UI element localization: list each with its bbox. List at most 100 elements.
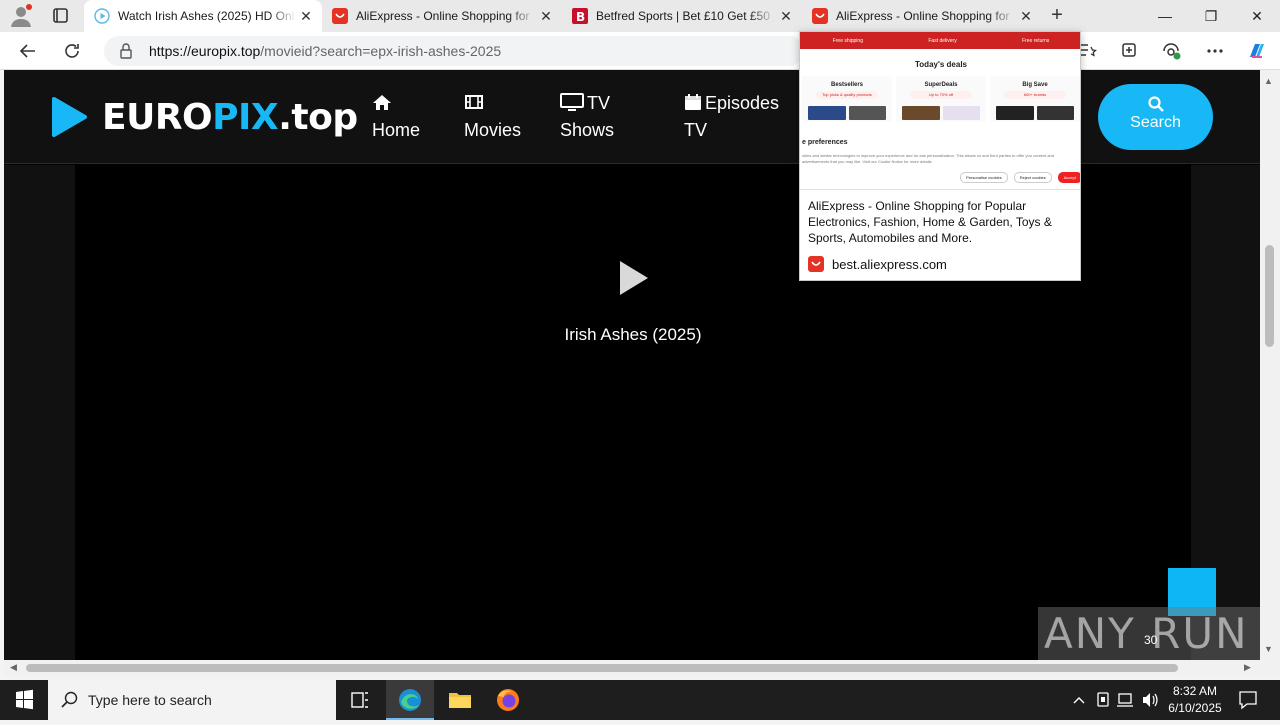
volume-icon[interactable] <box>1140 680 1160 720</box>
system-clock[interactable]: 8:32 AM 6/10/2025 <box>1160 683 1230 717</box>
tray-overflow-icon[interactable] <box>1070 680 1088 720</box>
edge-taskbar-button[interactable] <box>386 680 434 720</box>
tab-title: AliExpress - Online Shopping for <box>356 9 530 23</box>
close-tab-icon[interactable]: ✕ <box>296 8 316 25</box>
hover-card-description: AliExpress - Online Shopping for Popular… <box>808 199 1052 245</box>
preview-column-title: Bestsellers <box>830 82 864 88</box>
tab-0[interactable]: Watch Irish Ashes (2025) HD Online ✕ <box>84 0 322 32</box>
scroll-up-icon[interactable]: ▲ <box>1264 76 1273 86</box>
minimize-button[interactable]: — <box>1142 0 1188 32</box>
preview-thumbs <box>902 106 980 120</box>
vertical-scrollbar[interactable]: ▲ ▼ <box>1260 70 1280 660</box>
more-menu-icon[interactable] <box>1204 41 1226 61</box>
refresh-button[interactable] <box>59 39 85 63</box>
collections-icon[interactable] <box>1118 41 1140 61</box>
preview-fine-print: okies and similar technologies to improv… <box>802 153 1054 164</box>
url-text[interactable]: https://europix.top/movieid?search=epx-i… <box>149 43 501 59</box>
preview-column-title: SuperDeals <box>924 82 958 88</box>
url-path: /movieid?search=epx-irish-ashes-2025 <box>260 43 502 59</box>
hover-card-domain: best.aliexpress.com <box>808 256 947 272</box>
close-tab-icon[interactable]: ✕ <box>1016 8 1036 25</box>
preview-column-pill: Up to 70% off <box>910 91 972 99</box>
back-button[interactable] <box>15 39 41 63</box>
horizontal-scrollbar[interactable]: ◀ ▶ <box>4 660 1260 676</box>
network-icon[interactable] <box>1116 680 1136 720</box>
betfred-icon: B <box>572 8 588 24</box>
watermark-count: 30 <box>1144 633 1158 647</box>
nav-movies[interactable]: Movies <box>464 90 521 144</box>
preview-column-pill: Top picks & quality products <box>816 91 878 99</box>
horizontal-scroll-thumb[interactable] <box>26 664 1178 672</box>
close-window-button[interactable]: ✕ <box>1234 0 1280 32</box>
preview-column: Big Save 600+ brands <box>990 76 1080 122</box>
scroll-left-icon[interactable]: ◀ <box>10 662 17 673</box>
tab-title: Watch Irish Ashes (2025) HD Online <box>118 9 296 23</box>
url-host: https://europix.top <box>149 43 261 59</box>
tab-hover-card[interactable]: Free shipping Fast delivery Free returns… <box>799 31 1081 281</box>
close-tab-icon[interactable]: ✕ <box>536 8 556 25</box>
search-icon <box>1147 96 1164 112</box>
nav-label: Home <box>372 120 421 140</box>
nav-label-2: Shows <box>560 120 615 140</box>
nav-label: Movies <box>464 120 522 140</box>
logo-play-icon <box>52 97 87 137</box>
nav-tv-shows[interactable]: TV Shows <box>560 90 614 144</box>
play-icon[interactable] <box>617 259 651 297</box>
address-toolbar: https://europix.top/movieid?search=epx-i… <box>0 32 1280 70</box>
start-button[interactable] <box>0 680 48 720</box>
movie-title: Irish Ashes (2025) <box>564 325 702 344</box>
tab-2[interactable]: B Betfred Sports | Bet £10 Get £50 ✕ <box>562 0 802 32</box>
tab-title: AliExpress - Online Shopping for <box>836 9 1010 23</box>
copilot-icon[interactable] <box>1246 41 1268 61</box>
nav-label: Episodes <box>705 93 780 113</box>
notification-icon[interactable] <box>1236 680 1260 720</box>
taskbar: Type here to search 8:32 AM 6/10/2025 <box>0 680 1280 720</box>
tab-strip: Watch Irish Ashes (2025) HD Online ✕ Ali… <box>0 0 1280 32</box>
preview-deal-columns: Bestsellers Top picks & quality products… <box>800 76 1080 122</box>
clock-date: 6/10/2025 <box>1168 701 1222 715</box>
play-circle-icon <box>94 8 110 24</box>
search-icon <box>60 690 80 710</box>
svg-text:B: B <box>576 10 585 24</box>
taskbar-search[interactable]: Type here to search <box>48 680 336 720</box>
preview-button: Personalise cookies <box>960 172 1008 183</box>
hover-card-domain-text: best.aliexpress.com <box>832 256 947 272</box>
search-button[interactable]: Search <box>1098 84 1213 150</box>
logo-text-pix: PIX <box>212 96 279 138</box>
preview-column: Bestsellers Top picks & quality products <box>802 76 892 122</box>
nav-label: TV <box>587 93 611 113</box>
file-explorer-button[interactable] <box>436 680 484 720</box>
task-view-button[interactable] <box>336 680 384 720</box>
left-margin <box>4 165 75 660</box>
preview-deals-heading: Today's deals <box>915 60 967 69</box>
logo-text-top: .top <box>278 96 358 138</box>
tab-1[interactable]: AliExpress - Online Shopping for ✕ <box>322 0 562 32</box>
preview-button: Accept <box>1057 172 1080 183</box>
profile-icon[interactable] <box>8 4 34 28</box>
extensions-icon[interactable] <box>1160 41 1182 61</box>
logo-text-euro: EURO <box>102 96 213 138</box>
site-logo[interactable]: EUROPIX.top <box>50 92 358 142</box>
tab-title: Betfred Sports | Bet £10 Get £50 <box>596 9 770 23</box>
tab-3[interactable]: AliExpress - Online Shopping for ✕ <box>802 0 1042 32</box>
scroll-right-icon[interactable]: ▶ <box>1244 662 1251 673</box>
device-icon[interactable] <box>1094 680 1112 720</box>
scroll-down-icon[interactable]: ▼ <box>1264 644 1273 654</box>
search-button-label: Search <box>1130 114 1181 131</box>
address-bar[interactable]: https://europix.top/movieid?search=epx-i… <box>104 36 804 66</box>
taskbar-search-placeholder: Type here to search <box>88 692 212 708</box>
firefox-icon <box>497 689 519 711</box>
home-icon <box>372 92 392 110</box>
new-tab-button[interactable]: + <box>1044 4 1070 28</box>
nav-episodes-tv[interactable]: Episodes TV <box>684 90 779 144</box>
close-tab-icon[interactable]: ✕ <box>776 8 796 25</box>
restore-button[interactable]: ❐ <box>1188 0 1234 32</box>
aliexpress-icon <box>812 8 828 24</box>
lock-icon[interactable] <box>118 42 134 60</box>
nav-home[interactable]: Home <box>372 90 420 144</box>
tab-actions-icon[interactable] <box>46 5 74 27</box>
tv-icon <box>560 92 584 111</box>
firefox-button[interactable] <box>484 680 532 720</box>
tab-preview-thumbnail: Free shipping Fast delivery Free returns… <box>800 32 1080 190</box>
vertical-scroll-thumb[interactable] <box>1265 245 1274 347</box>
